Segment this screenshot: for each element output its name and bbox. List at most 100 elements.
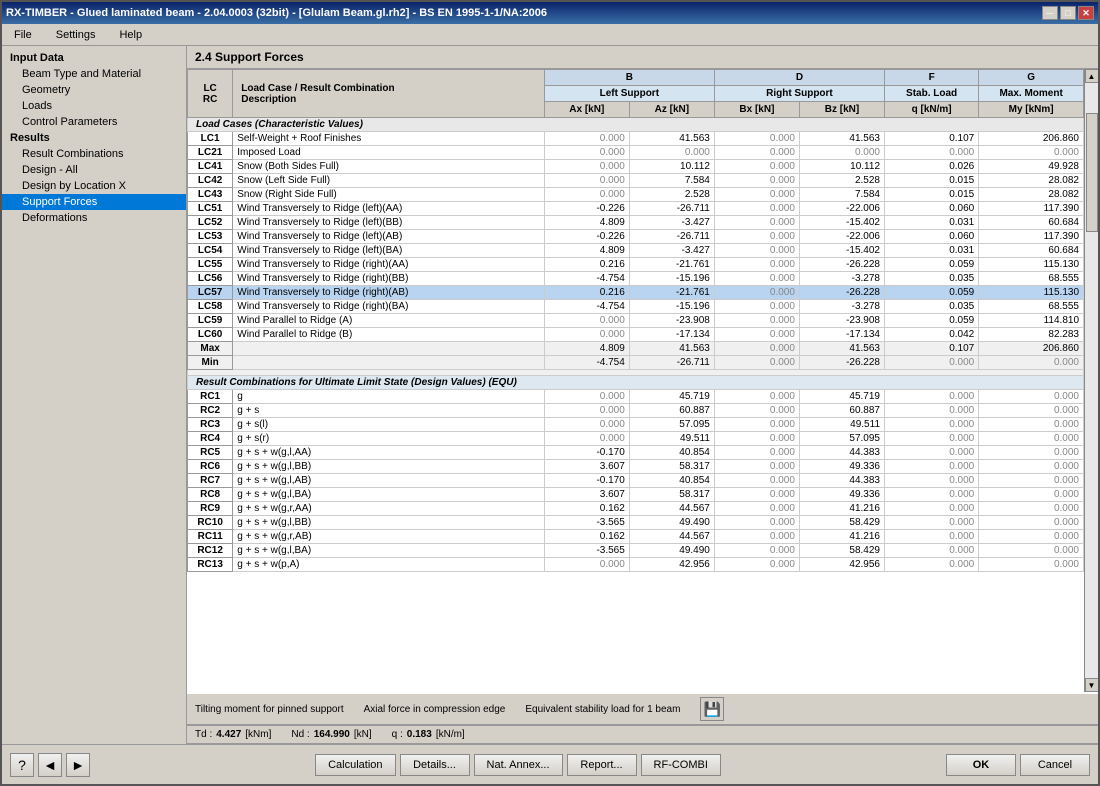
- prev-button[interactable]: ◄: [38, 753, 62, 777]
- stab-load-sub: Stab. Load: [885, 86, 979, 102]
- table-row[interactable]: RC10g + s + w(g,l,BB)-3.56549.4900.00058…: [188, 516, 1084, 530]
- table-row[interactable]: LC52Wind Transversely to Ridge (left)(BB…: [188, 216, 1084, 230]
- sidebar-section-input: Input Data: [2, 50, 186, 66]
- details-button[interactable]: Details...: [400, 754, 470, 776]
- td-section: Td : 4.427 [kNm]: [195, 729, 271, 740]
- calculation-button[interactable]: Calculation: [315, 754, 395, 776]
- support-forces-table: LCRC Load Case / Result CombinationDescr…: [187, 69, 1084, 572]
- ax-header: Ax [kN]: [544, 102, 629, 118]
- table-row[interactable]: LC55Wind Transversely to Ridge (right)(A…: [188, 258, 1084, 272]
- next-button[interactable]: ►: [66, 753, 90, 777]
- table-row[interactable]: LC41Snow (Both Sides Full)0.00010.1120.0…: [188, 160, 1084, 174]
- sidebar-item-control-params[interactable]: Control Parameters: [2, 114, 186, 130]
- table-row[interactable]: RC9g + s + w(g,r,AA)0.16244.5670.00041.2…: [188, 502, 1084, 516]
- table-row[interactable]: LC54Wind Transversely to Ridge (left)(BA…: [188, 244, 1084, 258]
- menu-file[interactable]: File: [6, 27, 40, 43]
- max-row: Max4.80941.5630.00041.5630.107206.860: [188, 342, 1084, 356]
- q-unit: [kN/m]: [436, 729, 465, 740]
- max-moment-sub: Max. Moment: [979, 86, 1084, 102]
- table-row[interactable]: RC5g + s + w(g,l,AA)-0.17040.8540.00044.…: [188, 446, 1084, 460]
- scroll-track[interactable]: [1085, 83, 1099, 678]
- table-row[interactable]: RC8g + s + w(g,l,BA)3.60758.3170.00049.3…: [188, 488, 1084, 502]
- sidebar-item-support-forces[interactable]: Support Forces: [2, 194, 186, 210]
- vertical-scrollbar[interactable]: ▲ ▼: [1084, 69, 1098, 692]
- data-table-container[interactable]: LCRC Load Case / Result CombinationDescr…: [187, 69, 1084, 692]
- ok-button[interactable]: OK: [946, 754, 1016, 776]
- table-row[interactable]: RC1g0.00045.7190.00045.7190.0000.000: [188, 390, 1084, 404]
- sidebar-item-design-all[interactable]: Design - All: [2, 162, 186, 178]
- rc-section-header: Result Combinations for Ultimate Limit S…: [188, 376, 1084, 390]
- sidebar-item-loads[interactable]: Loads: [2, 98, 186, 114]
- right-support-sub: Right Support: [714, 86, 884, 102]
- save-icon[interactable]: 💾: [700, 697, 724, 721]
- q-label: q :: [392, 729, 403, 740]
- table-row[interactable]: RC6g + s + w(g,l,BB)3.60758.3170.00049.3…: [188, 460, 1084, 474]
- td-unit: [kNm]: [245, 729, 271, 740]
- table-row[interactable]: LC53Wind Transversely to Ridge (left)(AB…: [188, 230, 1084, 244]
- table-row[interactable]: RC2g + s0.00060.8870.00060.8870.0000.000: [188, 404, 1084, 418]
- table-row[interactable]: RC11g + s + w(g,r,AB)0.16244.5670.00041.…: [188, 530, 1084, 544]
- sidebar-item-design-by-location[interactable]: Design by Location X: [2, 178, 186, 194]
- title-bar: RX-TIMBER - Glued laminated beam - 2.04.…: [2, 2, 1098, 24]
- cancel-button[interactable]: Cancel: [1020, 754, 1090, 776]
- q-value: 0.183: [407, 729, 432, 740]
- table-row[interactable]: LC56Wind Transversely to Ridge (right)(B…: [188, 272, 1084, 286]
- window-controls: ─ □ ✕: [1042, 6, 1094, 20]
- bottom-bar: ? ◄ ► Calculation Details... Nat. Annex.…: [2, 744, 1098, 784]
- bottom-right-buttons: OK Cancel: [946, 754, 1090, 776]
- scroll-thumb[interactable]: [1086, 113, 1098, 232]
- sidebar-item-geometry[interactable]: Geometry: [2, 82, 186, 98]
- values-bar: Td : 4.427 [kNm] Nd : 164.990 [kN] q : 0…: [187, 725, 1098, 744]
- load-cases-section-header: Load Cases (Characteristic Values): [188, 118, 1084, 132]
- scroll-up-button[interactable]: ▲: [1085, 69, 1099, 83]
- table-row[interactable]: RC4g + s(r)0.00049.5110.00057.0950.0000.…: [188, 432, 1084, 446]
- table-row[interactable]: LC57Wind Transversely to Ridge (right)(A…: [188, 286, 1084, 300]
- table-row[interactable]: LC51Wind Transversely to Ridge (left)(AA…: [188, 202, 1084, 216]
- lc-rc-header: LCRC: [188, 70, 233, 118]
- nd-label: Nd :: [291, 729, 309, 740]
- close-button[interactable]: ✕: [1078, 6, 1094, 20]
- rf-combi-button[interactable]: RF-COMBI: [641, 754, 721, 776]
- table-row[interactable]: LC1Self-Weight + Roof Finishes0.00041.56…: [188, 132, 1084, 146]
- content-area: 2.4 Support Forces LCRC Load Case / Resu…: [187, 46, 1098, 744]
- content-title: 2.4 Support Forces: [187, 46, 1098, 69]
- bx-header: Bx [kN]: [714, 102, 799, 118]
- stab-load-header: F: [885, 70, 979, 86]
- table-row[interactable]: RC3g + s(l)0.00057.0950.00049.5110.0000.…: [188, 418, 1084, 432]
- menu-settings[interactable]: Settings: [48, 27, 104, 43]
- maximize-button[interactable]: □: [1060, 6, 1076, 20]
- q-section: q : 0.183 [kN/m]: [392, 729, 465, 740]
- table-row[interactable]: LC21Imposed Load0.0000.0000.0000.0000.00…: [188, 146, 1084, 160]
- nd-section: Nd : 164.990 [kN]: [291, 729, 371, 740]
- report-button[interactable]: Report...: [567, 754, 637, 776]
- table-row[interactable]: RC13g + s + w(p,A)0.00042.9560.00042.956…: [188, 558, 1084, 572]
- minimize-button[interactable]: ─: [1042, 6, 1058, 20]
- right-support-header: D: [714, 70, 884, 86]
- sidebar-item-beam-type[interactable]: Beam Type and Material: [2, 66, 186, 82]
- menu-help[interactable]: Help: [111, 27, 150, 43]
- bottom-left-buttons: ? ◄ ►: [10, 753, 90, 777]
- sidebar-item-result-combinations[interactable]: Result Combinations: [2, 146, 186, 162]
- az-header: Az [kN]: [629, 102, 714, 118]
- table-row[interactable]: LC42Snow (Left Side Full)0.0007.5840.000…: [188, 174, 1084, 188]
- sidebar-item-deformations[interactable]: Deformations: [2, 210, 186, 226]
- td-label: Td :: [195, 729, 212, 740]
- table-row[interactable]: LC59Wind Parallel to Ridge (A)0.000-23.9…: [188, 314, 1084, 328]
- table-row[interactable]: LC43Snow (Right Side Full)0.0002.5280.00…: [188, 188, 1084, 202]
- my-header: My [kNm]: [979, 102, 1084, 118]
- table-row[interactable]: LC58Wind Transversely to Ridge (right)(B…: [188, 300, 1084, 314]
- status-bar: Tilting moment for pinned support Axial …: [187, 692, 1098, 725]
- nd-unit: [kN]: [354, 729, 372, 740]
- bz-header: Bz [kN]: [799, 102, 884, 118]
- menu-bar: File Settings Help: [2, 24, 1098, 46]
- help-button[interactable]: ?: [10, 753, 34, 777]
- table-row[interactable]: RC12g + s + w(g,l,BA)-3.56549.4900.00058…: [188, 544, 1084, 558]
- min-row: Min-4.754-26.7110.000-26.2280.0000.000: [188, 356, 1084, 370]
- table-row[interactable]: LC60Wind Parallel to Ridge (B)0.000-17.1…: [188, 328, 1084, 342]
- scroll-down-button[interactable]: ▼: [1085, 678, 1099, 692]
- nat-annex-button[interactable]: Nat. Annex...: [474, 754, 563, 776]
- status-label-2: Axial force in compression edge: [364, 704, 506, 715]
- status-label-3: Equivalent stability load for 1 beam: [525, 704, 680, 715]
- window-title: RX-TIMBER - Glued laminated beam - 2.04.…: [6, 7, 547, 19]
- table-row[interactable]: RC7g + s + w(g,l,AB)-0.17040.8540.00044.…: [188, 474, 1084, 488]
